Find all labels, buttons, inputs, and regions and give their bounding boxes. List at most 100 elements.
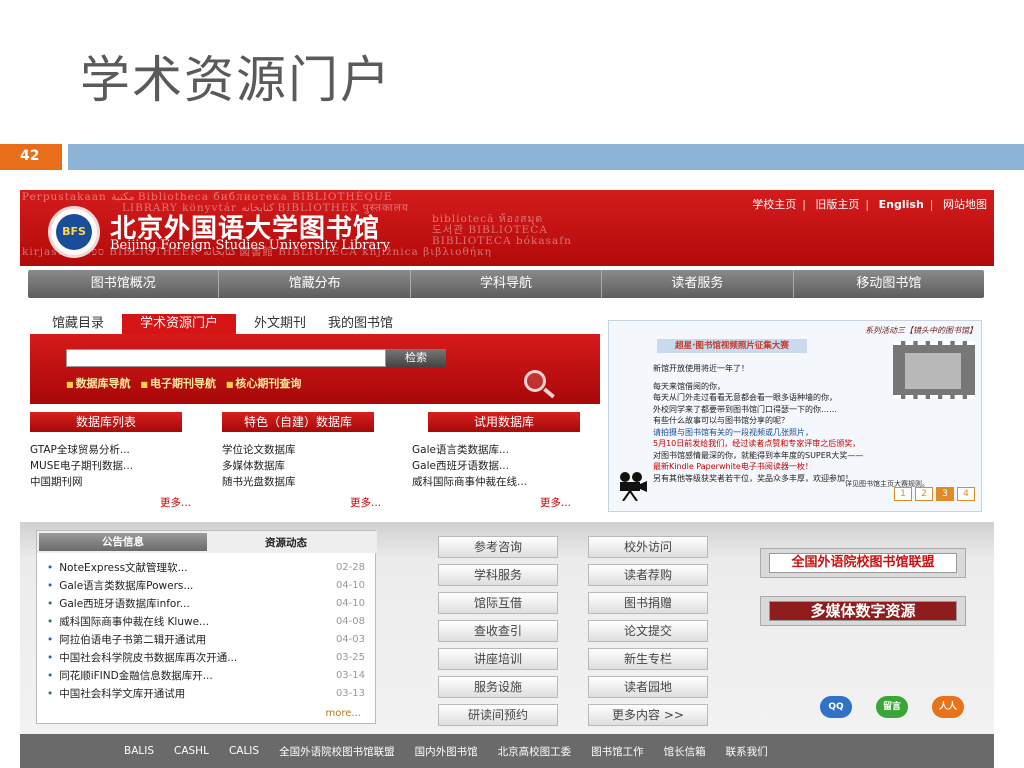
promo-banner[interactable]: 系列活动三【镜头中的图书馆】 超星·图书馆视频照片征集大赛 新馆开放使用将近一年… bbox=[608, 320, 982, 512]
service-button[interactable]: 参考咨询 bbox=[438, 536, 558, 558]
list-item[interactable]: GTAP全球贸易分析... bbox=[30, 442, 133, 458]
promo-line: 有些什么故事可以与图书馆分享的呢？ bbox=[653, 416, 789, 425]
nav-item-mobile[interactable]: 移动图书馆 bbox=[794, 270, 984, 298]
footer-link[interactable]: CALIS bbox=[229, 745, 259, 757]
service-button[interactable]: 服务设施 bbox=[438, 676, 558, 698]
banner-multimedia[interactable]: 多媒体数字资源 bbox=[760, 596, 966, 626]
link-database-nav[interactable]: 数据库导航 bbox=[66, 377, 131, 390]
service-button[interactable]: 研读间预约 bbox=[438, 704, 558, 726]
nav-item-subject[interactable]: 学科导航 bbox=[411, 270, 603, 298]
column-header-db-list[interactable]: 数据库列表 bbox=[30, 412, 182, 432]
nav-item-collection[interactable]: 馆藏分布 bbox=[219, 270, 411, 298]
news-title: 同花顺iFIND金融信息数据库开... bbox=[59, 670, 213, 682]
qq-icon[interactable]: QQ bbox=[820, 696, 852, 718]
news-item[interactable]: 中国社会科学文库开通试用 03-13 bbox=[47, 685, 365, 703]
footer-link[interactable]: 馆长信箱 bbox=[664, 744, 706, 759]
service-button[interactable]: 论文提交 bbox=[588, 620, 708, 642]
search-button[interactable]: 检索 bbox=[386, 349, 446, 367]
news-item[interactable]: 威科国际商事仲裁在线 Kluwe... 04-08 bbox=[47, 613, 365, 631]
service-button[interactable]: 读者园地 bbox=[588, 676, 708, 698]
footer-link[interactable]: 图书馆工作 bbox=[591, 744, 644, 759]
column-header-trial-db[interactable]: 试用数据库 bbox=[428, 412, 580, 432]
footer-link[interactable]: CASHL bbox=[174, 745, 209, 757]
news-more-link[interactable]: more... bbox=[326, 708, 361, 719]
news-item[interactable]: Gale西班牙语数据库infor... 04-10 bbox=[47, 595, 365, 613]
list-item[interactable]: 多媒体数据库 bbox=[222, 458, 296, 474]
renren-icon[interactable]: 人人 bbox=[932, 696, 964, 718]
list-item[interactable]: MUSE电子期刊数据... bbox=[30, 458, 133, 474]
service-button[interactable]: 查收查引 bbox=[438, 620, 558, 642]
site-header: Perpustakaan مكتبة Bibliotheca библиотек… bbox=[20, 190, 994, 266]
link-old-home[interactable]: 旧版主页 bbox=[815, 198, 859, 211]
page-button[interactable]: 4 bbox=[957, 487, 975, 501]
service-button[interactable]: 讲座培训 bbox=[438, 648, 558, 670]
tab-announcements[interactable]: 公告信息 bbox=[39, 533, 207, 551]
library-screenshot: Perpustakaan مكتبة Bibliotheca библиотек… bbox=[20, 190, 994, 768]
service-button[interactable]: 更多内容 >> bbox=[588, 704, 708, 726]
slide-number: 42 bbox=[0, 144, 62, 170]
list-item[interactable]: Gale西班牙语数据... bbox=[412, 458, 527, 474]
news-item[interactable]: 阿拉伯语电子书第二辑开通试用 04-03 bbox=[47, 631, 365, 649]
link-ejournal-nav[interactable]: 电子期刊导航 bbox=[140, 377, 216, 390]
footer-link[interactable]: 北京高校图工委 bbox=[498, 744, 572, 759]
list-item[interactable]: 学位论文数据库 bbox=[222, 442, 296, 458]
footer-link[interactable]: 全国外语院校图书馆联盟 bbox=[279, 744, 395, 759]
search-box: 检索 数据库导航 电子期刊导航 核心期刊查询 bbox=[30, 334, 600, 404]
more-link[interactable]: 更多... bbox=[350, 495, 381, 510]
tab-catalog[interactable]: 馆藏目录 bbox=[48, 314, 108, 334]
news-title: Gale西班牙语数据库infor... bbox=[59, 598, 190, 610]
service-button[interactable]: 新生专栏 bbox=[588, 648, 708, 670]
nav-item-overview[interactable]: 图书馆概况 bbox=[28, 270, 220, 298]
service-button[interactable]: 读者荐购 bbox=[588, 564, 708, 586]
banner-label: 多媒体数字资源 bbox=[769, 601, 957, 621]
trial-db-list: Gale语言类数据库... Gale西班牙语数据... 威科国际商事仲裁在线..… bbox=[412, 442, 527, 490]
list-item[interactable]: 随书光盘数据库 bbox=[222, 474, 296, 490]
footer-link[interactable]: 国内外图书馆 bbox=[415, 744, 478, 759]
link-school-home[interactable]: 学校主页 bbox=[752, 198, 796, 211]
banner-alliance[interactable]: 全国外语院校图书馆联盟 bbox=[760, 548, 966, 578]
news-date: 03-25 bbox=[335, 652, 365, 663]
tab-resource-news[interactable]: 资源动态 bbox=[265, 535, 307, 550]
tab-foreign-journals[interactable]: 外文期刊 bbox=[250, 314, 310, 334]
column-header-special-db[interactable]: 特色（自建）数据库 bbox=[222, 412, 374, 432]
footer-link[interactable]: 联系我们 bbox=[726, 744, 768, 759]
link-sitemap[interactable]: 网站地图 bbox=[943, 198, 987, 211]
promo-line: 另有其他等级获奖者若干位，奖品众多丰厚，欢迎参加！ bbox=[653, 473, 853, 483]
page-button-current[interactable]: 3 bbox=[936, 487, 954, 501]
logo-emblem: BFS bbox=[56, 214, 92, 250]
news-item[interactable]: 中国社会科学院皮书数据库再次开通... 03-25 bbox=[47, 649, 365, 667]
news-date: 02-28 bbox=[335, 562, 365, 573]
service-button[interactable]: 学科服务 bbox=[438, 564, 558, 586]
library-logo[interactable]: BFS bbox=[48, 206, 100, 258]
more-link[interactable]: 更多... bbox=[160, 495, 191, 510]
tab-my-library[interactable]: 我的图书馆 bbox=[324, 314, 397, 334]
footer-link[interactable]: BALIS bbox=[124, 745, 154, 757]
message-icon[interactable]: 留言 bbox=[876, 696, 908, 718]
list-item[interactable]: 威科国际商事仲裁在线... bbox=[412, 474, 527, 490]
footer-links: BALIS CASHL CALIS 全国外语院校图书馆联盟 国内外图书馆 北京高… bbox=[20, 734, 994, 768]
page-button[interactable]: 2 bbox=[915, 487, 933, 501]
tab-academic-portal[interactable]: 学术资源门户 bbox=[122, 314, 237, 334]
news-item[interactable]: 同花顺iFIND金融信息数据库开... 03-14 bbox=[47, 667, 365, 685]
more-link[interactable]: 更多... bbox=[540, 495, 571, 510]
news-panel: 公告信息 资源动态 NoteExpress文献管理软... 02-28 Gale语… bbox=[36, 530, 377, 724]
service-button[interactable]: 图书捐赠 bbox=[588, 592, 708, 614]
promo-text: 新馆开放使用将近一年了！ 每天来馆借阅的你， 每天从门外走过看看无意都会看一眼多… bbox=[653, 363, 981, 484]
list-item[interactable]: Gale语言类数据库... bbox=[412, 442, 527, 458]
service-button[interactable]: 馆际互借 bbox=[438, 592, 558, 614]
nav-item-services[interactable]: 读者服务 bbox=[602, 270, 794, 298]
library-name-en: Beijing Foreign Studies University Libra… bbox=[110, 238, 390, 253]
news-item[interactable]: Gale语言类数据库Powers... 04-10 bbox=[47, 577, 365, 595]
news-item[interactable]: NoteExpress文献管理软... 02-28 bbox=[47, 559, 365, 577]
promo-line: 5月10日前发给我们，经过读者点赞和专家评审之后颁奖， bbox=[653, 439, 861, 448]
search-input[interactable] bbox=[66, 349, 386, 367]
service-button[interactable]: 校外访问 bbox=[588, 536, 708, 558]
list-item[interactable]: 中国期刊网 bbox=[30, 474, 133, 490]
link-english[interactable]: English bbox=[879, 198, 924, 211]
promo-line: 每天从门外走过看看无意都会看一眼多语种墙的你， bbox=[653, 393, 837, 402]
page-button[interactable]: 1 bbox=[894, 487, 912, 501]
news-date: 04-10 bbox=[335, 580, 365, 591]
news-date: 04-10 bbox=[335, 598, 365, 609]
slide-title: 学术资源门户 bbox=[80, 51, 392, 109]
link-core-journal[interactable]: 核心期刊查询 bbox=[226, 377, 302, 390]
